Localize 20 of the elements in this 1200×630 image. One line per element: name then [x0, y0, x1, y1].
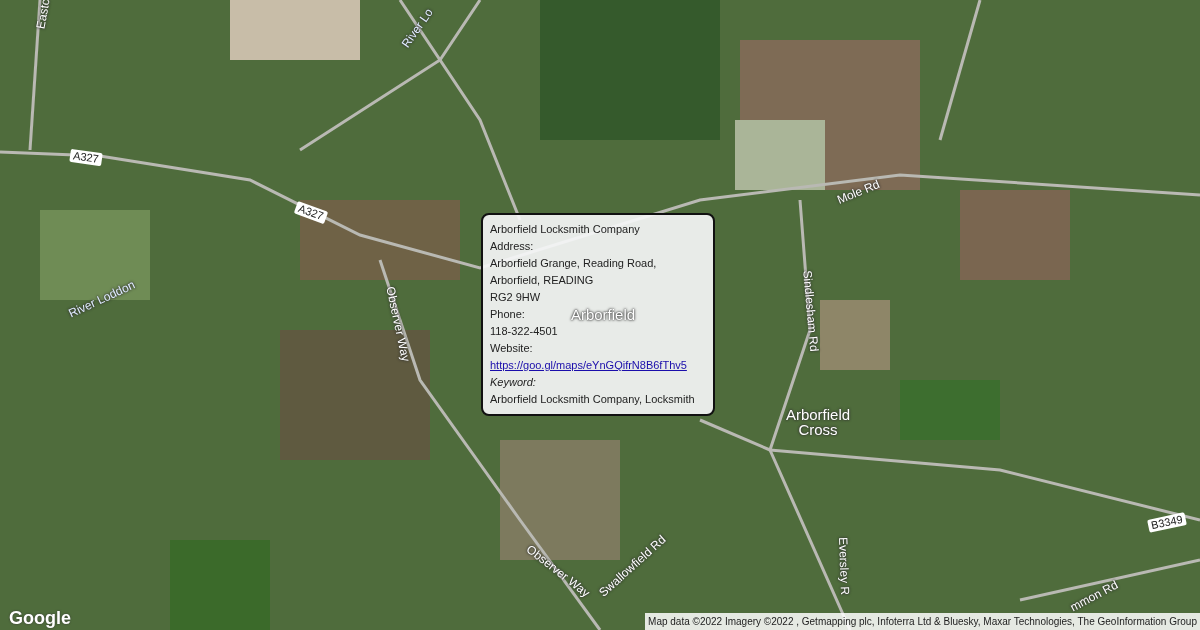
info-text: Website: — [490, 341, 533, 356]
road-label: Mole Rd — [835, 178, 882, 206]
info-text: Arborfield Locksmith Company — [490, 222, 640, 237]
road-label: Observer Way — [384, 285, 412, 363]
road-label: mmon Rd — [1068, 578, 1120, 614]
info-text: RG2 9HW — [490, 290, 541, 305]
road-label: Sindlesham Rd — [801, 269, 821, 353]
info-text: Arborfield Locksmith Company, Locksmith — [490, 392, 695, 407]
info-text: Phone: — [490, 307, 525, 322]
info-text: Arborfield, READING — [490, 273, 594, 288]
map-logo: Google — [9, 607, 71, 630]
info-text: Arborfield Grange, Reading Road, — [490, 256, 657, 271]
info-text: Keyword: — [490, 375, 536, 390]
road-label: Eversley R — [837, 536, 851, 596]
info-text: 118-322-4501 — [490, 324, 558, 339]
map-attribution: Map data ©2022 Imagery ©2022 , Getmapping plc, Infoterra Ltd & Bluesky, Maxar Technologies, The GeoInformation Group — [645, 613, 1200, 630]
info-text: Address: — [490, 239, 534, 254]
place-label: Arborfield — [569, 307, 637, 322]
website-link[interactable]: https://goo.gl/maps/eYnGQifrN8B6fThv5 — [490, 359, 687, 371]
place-label: Arborfield Cross — [784, 407, 852, 437]
